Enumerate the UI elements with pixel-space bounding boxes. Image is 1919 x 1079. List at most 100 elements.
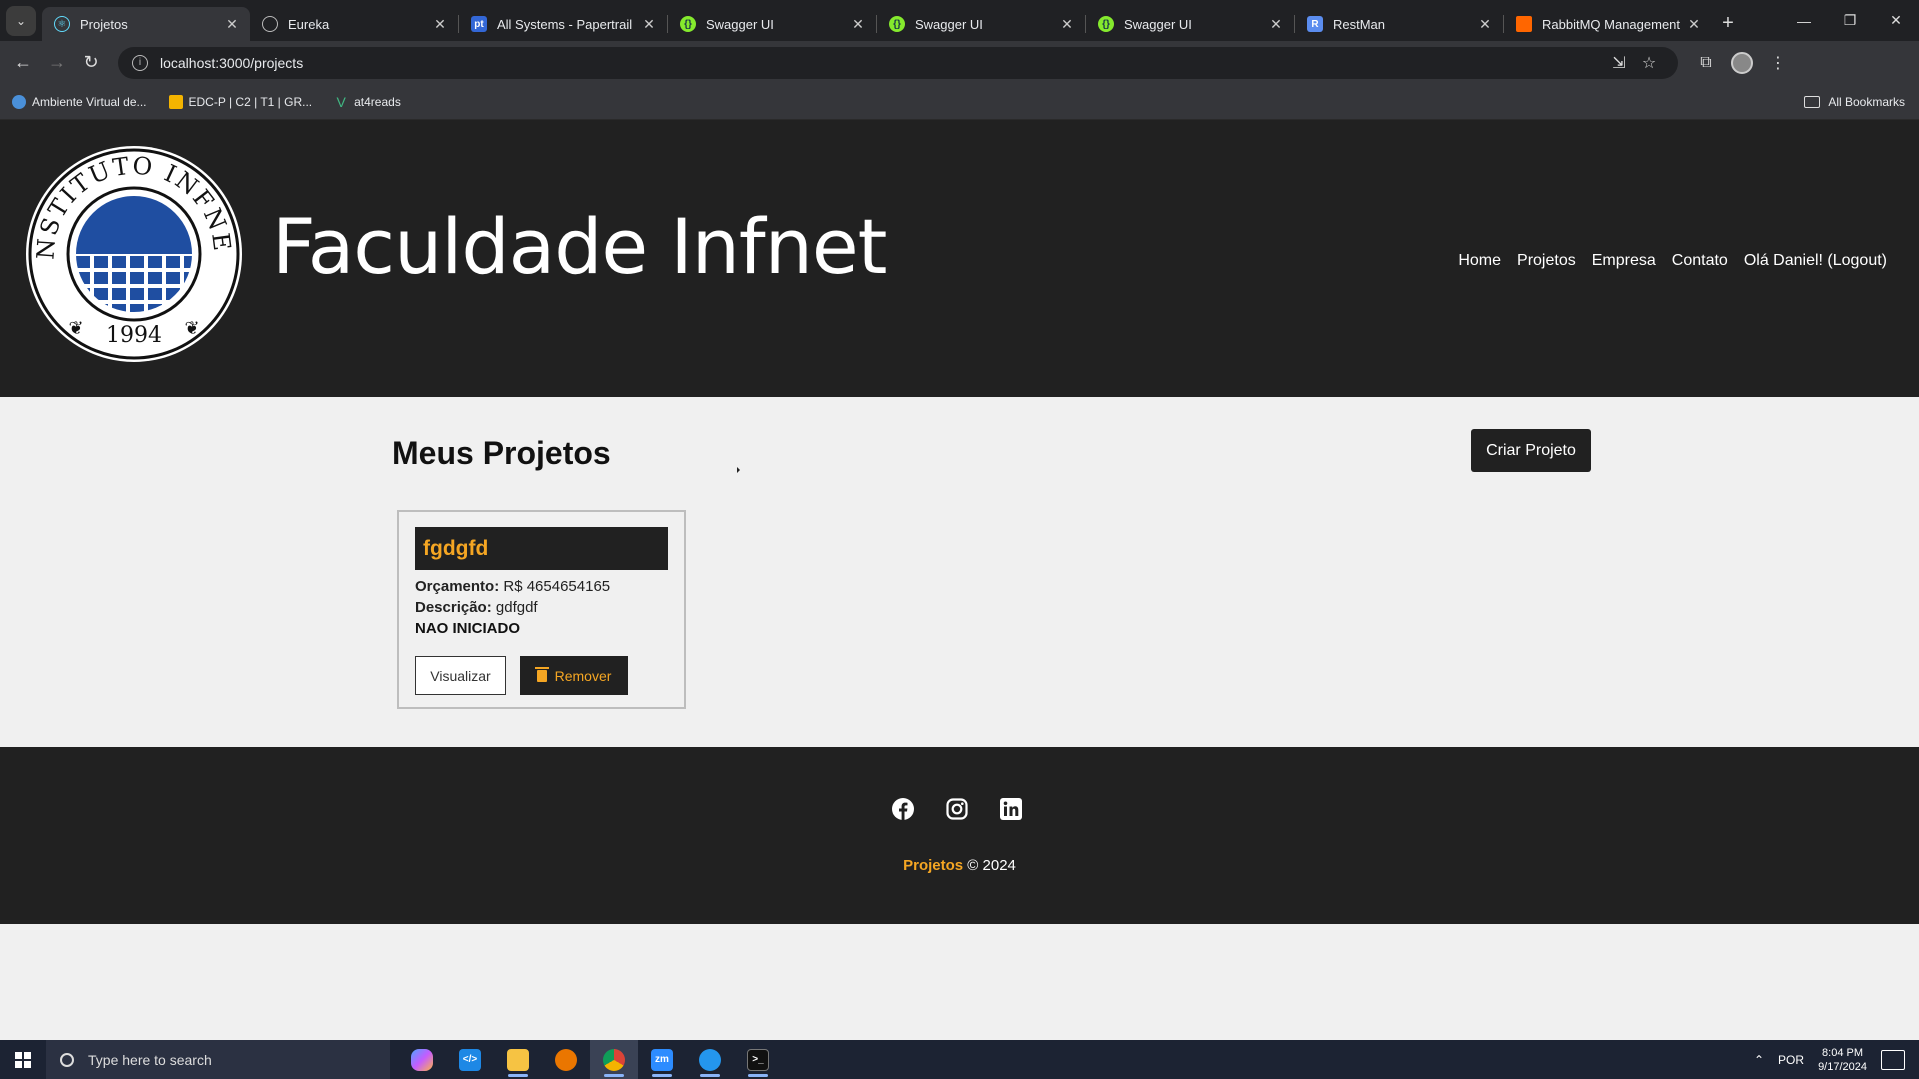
taskbar-search[interactable]: Type here to search <box>46 1040 390 1079</box>
bookmark-ambiente-virtual[interactable]: Ambiente Virtual de... <box>12 94 147 109</box>
logo-year: 1994 <box>106 323 162 348</box>
clock-time: 8:04 PM <box>1822 1046 1864 1059</box>
bookmark-label: Ambiente Virtual de... <box>32 94 147 109</box>
nav-empresa[interactable]: Empresa <box>1592 252 1656 270</box>
instagram-icon[interactable] <box>945 797 969 821</box>
description-value: gdfgdf <box>495 599 538 616</box>
blender-icon[interactable] <box>542 1040 590 1079</box>
react-icon: ⚛ <box>54 16 70 32</box>
bookmark-at4reads[interactable]: V at4reads <box>334 94 400 110</box>
facebook-icon[interactable] <box>891 797 915 821</box>
create-project-button[interactable]: Criar Projeto <box>1471 429 1591 472</box>
search-placeholder: Type here to search <box>88 1051 212 1068</box>
file-explorer-icon[interactable] <box>494 1040 542 1079</box>
install-app-icon[interactable]: ⇲ <box>1604 53 1634 73</box>
folder-icon <box>1804 95 1821 108</box>
language-indicator[interactable]: POR <box>1778 1053 1804 1067</box>
url-text[interactable]: localhost:3000/projects <box>160 55 1604 71</box>
tab-restman[interactable]: R RestMan ✕ <box>1295 7 1503 41</box>
close-icon[interactable]: ✕ <box>1268 16 1284 33</box>
project-status: NAO INICIADO <box>415 620 520 637</box>
chrome-icon[interactable] <box>590 1040 638 1079</box>
trash-icon <box>534 666 549 682</box>
site-footer: Projetos © 2024 <box>0 747 1919 924</box>
docker-icon[interactable] <box>686 1040 734 1079</box>
address-bar[interactable]: i localhost:3000/projects ⇲ ☆ <box>118 46 1678 79</box>
budget-label: Orçamento: <box>415 578 500 595</box>
close-icon[interactable]: ✕ <box>224 16 240 33</box>
close-icon[interactable]: ✕ <box>850 16 866 33</box>
bookmark-edc-p[interactable]: EDC-P | C2 | T1 | GR... <box>168 94 313 109</box>
tab-title: All Systems - Papertrail <box>497 16 633 32</box>
footer-brand[interactable]: Projetos <box>903 857 963 874</box>
bookmark-label: EDC-P | C2 | T1 | GR... <box>188 94 313 109</box>
new-tab-button[interactable]: + <box>1712 12 1744 35</box>
project-description: Descrição: gdfgdf <box>415 599 668 616</box>
globe-icon <box>12 94 26 109</box>
project-budget: Orçamento: R$ 4654654165 <box>415 578 668 595</box>
back-icon[interactable]: ← <box>6 46 40 80</box>
papertrail-icon: pt <box>471 16 487 32</box>
close-icon[interactable]: ✕ <box>1059 16 1075 33</box>
nav-contato[interactable]: Contato <box>1672 252 1728 270</box>
tab-papertrail[interactable]: pt All Systems - Papertrail ✕ <box>459 7 667 41</box>
tab-eureka[interactable]: Eureka ✕ <box>250 7 458 41</box>
tab-title: RabbitMQ Management <box>1542 16 1681 32</box>
site-header: INSTITUTO INFNET 1994 ❦ ❦ Faculdade Infn… <box>0 120 1919 397</box>
drive-icon <box>168 94 183 109</box>
linkedin-icon[interactable] <box>999 797 1023 821</box>
restore-icon[interactable]: ❐ <box>1827 0 1873 41</box>
nav-logout[interactable]: Olá Daniel! (Logout) <box>1744 252 1887 270</box>
project-card: fgdgfd Orçamento: R$ 4654654165 Descriçã… <box>397 510 686 709</box>
footer-copyright: Projetos © 2024 <box>0 857 1919 874</box>
brand-title: Faculdade Infnet <box>272 202 887 291</box>
page-title: Meus Projetos <box>392 435 611 471</box>
zoom-icon[interactable]: zm <box>638 1040 686 1079</box>
nav-home[interactable]: Home <box>1458 252 1501 270</box>
start-button[interactable] <box>0 1040 46 1079</box>
windows-taskbar: Type here to search </> zm >_ ⌃ POR 8:04… <box>0 1040 1919 1079</box>
tab-title: Swagger UI <box>915 16 983 32</box>
tab-rabbitmq[interactable]: RabbitMQ Management ✕ <box>1504 7 1712 41</box>
tab-search-button[interactable]: ⌄ <box>6 6 36 36</box>
notification-icon[interactable] <box>1881 1049 1905 1070</box>
tab-swagger-3[interactable]: {} Swagger UI ✕ <box>1086 7 1294 41</box>
reload-icon[interactable]: ↻ <box>74 46 108 80</box>
clock[interactable]: 8:04 PM 9/17/2024 <box>1818 1046 1867 1074</box>
tab-swagger-1[interactable]: {} Swagger UI ✕ <box>668 7 876 41</box>
all-bookmarks-button[interactable]: All Bookmarks <box>1804 95 1905 109</box>
minimize-icon[interactable]: — <box>1781 0 1827 41</box>
forward-icon[interactable]: → <box>40 46 74 80</box>
bookmarks-bar: Ambiente Virtual de... EDC-P | C2 | T1 |… <box>0 84 1919 120</box>
main-nav: Home Projetos Empresa Contato Olá Daniel… <box>1458 252 1887 270</box>
site-info-icon[interactable]: i <box>132 54 148 71</box>
window-controls: — ❐ ✕ <box>1781 0 1919 41</box>
kebab-menu-icon[interactable]: ⋮ <box>1760 53 1796 73</box>
close-icon[interactable]: ✕ <box>641 16 657 33</box>
tab-projetos[interactable]: ⚛ Projetos ✕ <box>42 7 250 41</box>
close-icon[interactable]: ✕ <box>1686 16 1702 33</box>
profile-avatar[interactable] <box>1724 51 1760 74</box>
svg-text:❦: ❦ <box>68 318 83 338</box>
close-window-icon[interactable]: ✕ <box>1873 0 1919 41</box>
svg-text:❦: ❦ <box>184 318 199 338</box>
browser-tab-bar: ⌄ ⚛ Projetos ✕ Eureka ✕ pt All Systems -… <box>0 0 1919 41</box>
system-tray: ⌃ POR 8:04 PM 9/17/2024 <box>1754 1040 1919 1079</box>
terminal-icon[interactable]: >_ <box>734 1040 782 1079</box>
social-links <box>891 797 1023 821</box>
extensions-icon[interactable]: ⧉ <box>1688 54 1724 72</box>
search-icon <box>60 1052 74 1067</box>
close-icon[interactable]: ✕ <box>1477 16 1493 33</box>
tab-swagger-2[interactable]: {} Swagger UI ✕ <box>877 7 1085 41</box>
close-icon[interactable]: ✕ <box>432 16 448 33</box>
browser-toolbar: ← → ↻ i localhost:3000/projects ⇲ ☆ ⧉ ⋮ <box>0 41 1919 84</box>
budget-value: R$ 4654654165 <box>503 578 611 595</box>
tray-overflow-icon[interactable]: ⌃ <box>1754 1053 1764 1067</box>
copilot-icon[interactable] <box>398 1040 446 1079</box>
bookmark-star-icon[interactable]: ☆ <box>1634 53 1664 73</box>
remove-button[interactable]: Remover <box>520 656 628 695</box>
nav-projetos[interactable]: Projetos <box>1517 252 1576 270</box>
vscode-icon[interactable]: </> <box>446 1040 494 1079</box>
swagger-icon: {} <box>1098 16 1114 32</box>
view-button[interactable]: Visualizar <box>415 656 506 695</box>
